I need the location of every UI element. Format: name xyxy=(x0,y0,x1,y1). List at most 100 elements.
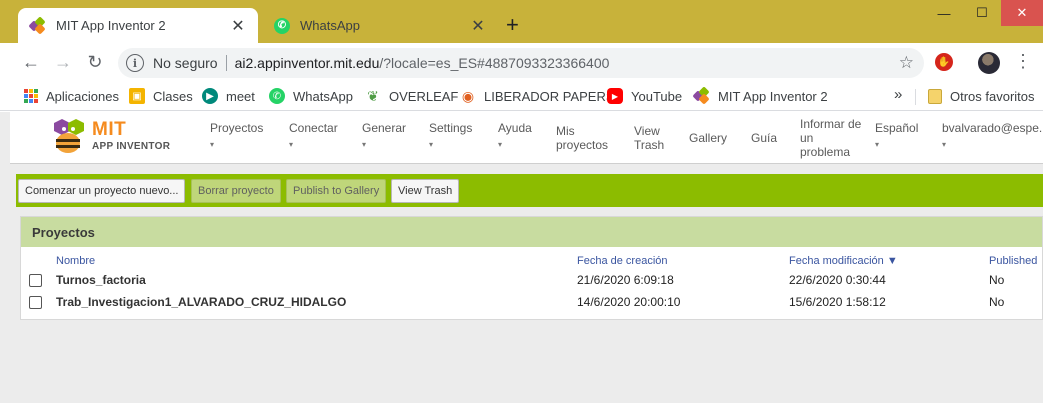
nav-label: bvalvarado@espe. xyxy=(942,121,1043,135)
folder-icon xyxy=(928,88,942,104)
chevron-down-icon: ▾ xyxy=(498,140,503,149)
bookmark-label: OVERLEAF xyxy=(389,88,459,104)
nav-user-account[interactable]: bvalvarado@espe. ▾ xyxy=(942,121,1042,152)
column-header-created[interactable]: Fecha de creación xyxy=(577,255,668,267)
bookmark-other-favorites[interactable]: Otros favoritos xyxy=(928,86,1035,106)
whatsapp-icon: ✆ xyxy=(274,17,290,34)
bookmark-label: LIBERADOR PAPERS xyxy=(484,88,615,104)
nav-settings[interactable]: Settings ▾ xyxy=(429,121,472,152)
classroom-icon: ▣ xyxy=(129,88,145,104)
mit-app-inventor-icon xyxy=(692,86,710,105)
tab-title: WhatsApp xyxy=(300,18,360,33)
youtube-icon: ▶ xyxy=(607,88,623,104)
chevron-down-icon: ▾ xyxy=(429,140,434,149)
nav-gallery[interactable]: Gallery xyxy=(689,131,727,145)
bookmarks-bar: Aplicaciones ▣ Clases ▶ meet ✆ WhatsApp … xyxy=(0,81,1043,111)
panel-title: Proyectos xyxy=(21,217,1042,247)
bookmarks-overflow-button[interactable]: » xyxy=(894,86,902,103)
table-row[interactable]: Trab_Investigacion1_ALVARADO_CRUZ_HIDALG… xyxy=(21,292,1043,314)
eye-icon: ◉ xyxy=(461,87,475,104)
row-checkbox[interactable] xyxy=(29,296,42,309)
nav-guia[interactable]: Guía xyxy=(751,131,777,145)
nav-conectar[interactable]: Conectar ▾ xyxy=(289,121,338,152)
chevron-down-icon: ▾ xyxy=(875,140,880,149)
url-host: ai2.appinventor.mit.edu xyxy=(234,55,380,71)
bookmark-star-icon[interactable]: ☆ xyxy=(899,53,914,73)
nav-proyectos[interactable]: Proyectos ▾ xyxy=(210,121,263,152)
tab-strip: MIT App Inventor 2 ✕ ✆ WhatsApp ✕ + — ☐ … xyxy=(0,0,1043,43)
close-tab-icon[interactable]: ✕ xyxy=(230,16,246,36)
column-header-modified[interactable]: Fecha modificación ▼ xyxy=(789,255,898,267)
url-text[interactable]: ai2.appinventor.mit.edu/?locale=es_ES#48… xyxy=(235,55,610,71)
nav-informar-problema[interactable]: Informar de un problema xyxy=(800,117,862,159)
close-tab-icon[interactable]: ✕ xyxy=(470,16,486,36)
project-name[interactable]: Trab_Investigacion1_ALVARADO_CRUZ_HIDALG… xyxy=(56,295,346,309)
chevron-down-icon: ▾ xyxy=(289,140,294,149)
info-icon[interactable]: i xyxy=(126,54,144,72)
tab-title: MIT App Inventor 2 xyxy=(56,18,166,33)
tab-whatsapp[interactable]: ✆ WhatsApp ✕ xyxy=(262,8,498,43)
nav-mis-proyectos[interactable]: Mis proyectos xyxy=(556,124,616,152)
tab-mit-app-inventor[interactable]: MIT App Inventor 2 ✕ xyxy=(18,8,258,43)
app-inventor-logo[interactable]: MIT APP INVENTOR xyxy=(46,117,176,157)
forward-icon[interactable]: → xyxy=(52,51,74,73)
bookmark-aplicaciones[interactable]: Aplicaciones xyxy=(24,86,119,106)
nav-generar[interactable]: Generar ▾ xyxy=(362,121,406,152)
nav-label: Settings xyxy=(429,121,473,135)
logo-subtitle: APP INVENTOR xyxy=(92,141,171,152)
row-checkbox[interactable] xyxy=(29,274,42,287)
publish-to-gallery-button[interactable]: Publish to Gallery xyxy=(286,179,387,203)
modified-date: 22/6/2020 0:30:44 xyxy=(789,273,886,287)
chevron-down-icon: ▾ xyxy=(362,140,367,149)
menu-kebab-icon[interactable]: ⋮ xyxy=(1014,51,1032,72)
bookmark-label: Clases xyxy=(153,88,193,104)
chevron-down-icon: ▾ xyxy=(942,140,947,149)
nav-label: Español xyxy=(875,121,919,135)
project-name[interactable]: Turnos_factoria xyxy=(56,273,146,287)
logo-bee-icon xyxy=(54,119,84,153)
bookmark-label: WhatsApp xyxy=(293,88,353,104)
security-label: No seguro xyxy=(153,55,218,71)
table-row[interactable]: Turnos_factoria 21/6/2020 6:09:18 22/6/2… xyxy=(21,270,1043,292)
nav-language-espanol[interactable]: Español ▾ xyxy=(875,121,918,152)
bookmark-mit-app-inventor[interactable]: MIT App Inventor 2 xyxy=(692,86,828,106)
bookmark-clases[interactable]: ▣ Clases xyxy=(129,86,193,106)
divider xyxy=(225,55,227,71)
delete-project-button[interactable]: Borrar proyecto xyxy=(191,179,281,203)
bookmark-label: MIT App Inventor 2 xyxy=(718,88,828,104)
view-trash-button[interactable]: View Trash xyxy=(391,179,460,203)
created-date: 14/6/2020 20:00:10 xyxy=(577,295,681,309)
divider xyxy=(915,89,916,105)
nav-label: Ayuda xyxy=(498,121,532,135)
new-tab-button[interactable]: + xyxy=(506,14,519,36)
bookmark-liberador-papers[interactable]: ◉ LIBERADOR PAPERS xyxy=(460,86,615,106)
published-status: No xyxy=(989,273,1005,287)
column-header-name[interactable]: Nombre xyxy=(56,255,95,267)
profile-avatar[interactable] xyxy=(978,52,1000,74)
logo-mit-text: MIT xyxy=(92,119,127,140)
meet-icon: ▶ xyxy=(202,88,218,104)
nav-ayuda[interactable]: Ayuda ▾ xyxy=(498,121,532,152)
back-icon[interactable]: ← xyxy=(20,51,42,73)
nav-view-trash[interactable]: View Trash xyxy=(634,124,674,152)
bookmark-youtube[interactable]: ▶ YouTube xyxy=(607,86,682,106)
top-navigation: MIT APP INVENTOR Proyectos ▾ Conectar ▾ Ge… xyxy=(10,112,1043,164)
bookmark-overleaf[interactable]: ❦ OVERLEAF xyxy=(365,86,458,106)
bookmark-label: meet xyxy=(226,88,255,104)
bookmark-meet[interactable]: ▶ meet xyxy=(202,86,255,106)
maximize-button[interactable]: ☐ xyxy=(963,0,1001,26)
chevron-down-icon: ▾ xyxy=(210,140,215,149)
nav-label: Conectar xyxy=(289,121,338,135)
bookmark-whatsapp[interactable]: ✆ WhatsApp xyxy=(269,86,353,106)
published-status: No xyxy=(989,295,1005,309)
reload-icon[interactable]: ↻ xyxy=(84,51,106,73)
column-header-published[interactable]: Published xyxy=(989,255,1037,267)
close-window-button[interactable]: ✕ xyxy=(1001,0,1043,26)
bookmark-label: Otros favoritos xyxy=(950,88,1035,104)
new-project-button[interactable]: Comenzar un proyecto nuevo... xyxy=(18,179,186,203)
minimize-button[interactable]: — xyxy=(925,0,963,26)
project-toolbar: Comenzar un proyecto nuevo... Borrar pro… xyxy=(16,174,1043,207)
extension-stop-icon[interactable]: ✋ xyxy=(935,53,953,71)
created-date: 21/6/2020 6:09:18 xyxy=(577,273,674,287)
address-bar[interactable]: i No seguro ai2.appinventor.mit.edu/?loc… xyxy=(118,48,924,78)
